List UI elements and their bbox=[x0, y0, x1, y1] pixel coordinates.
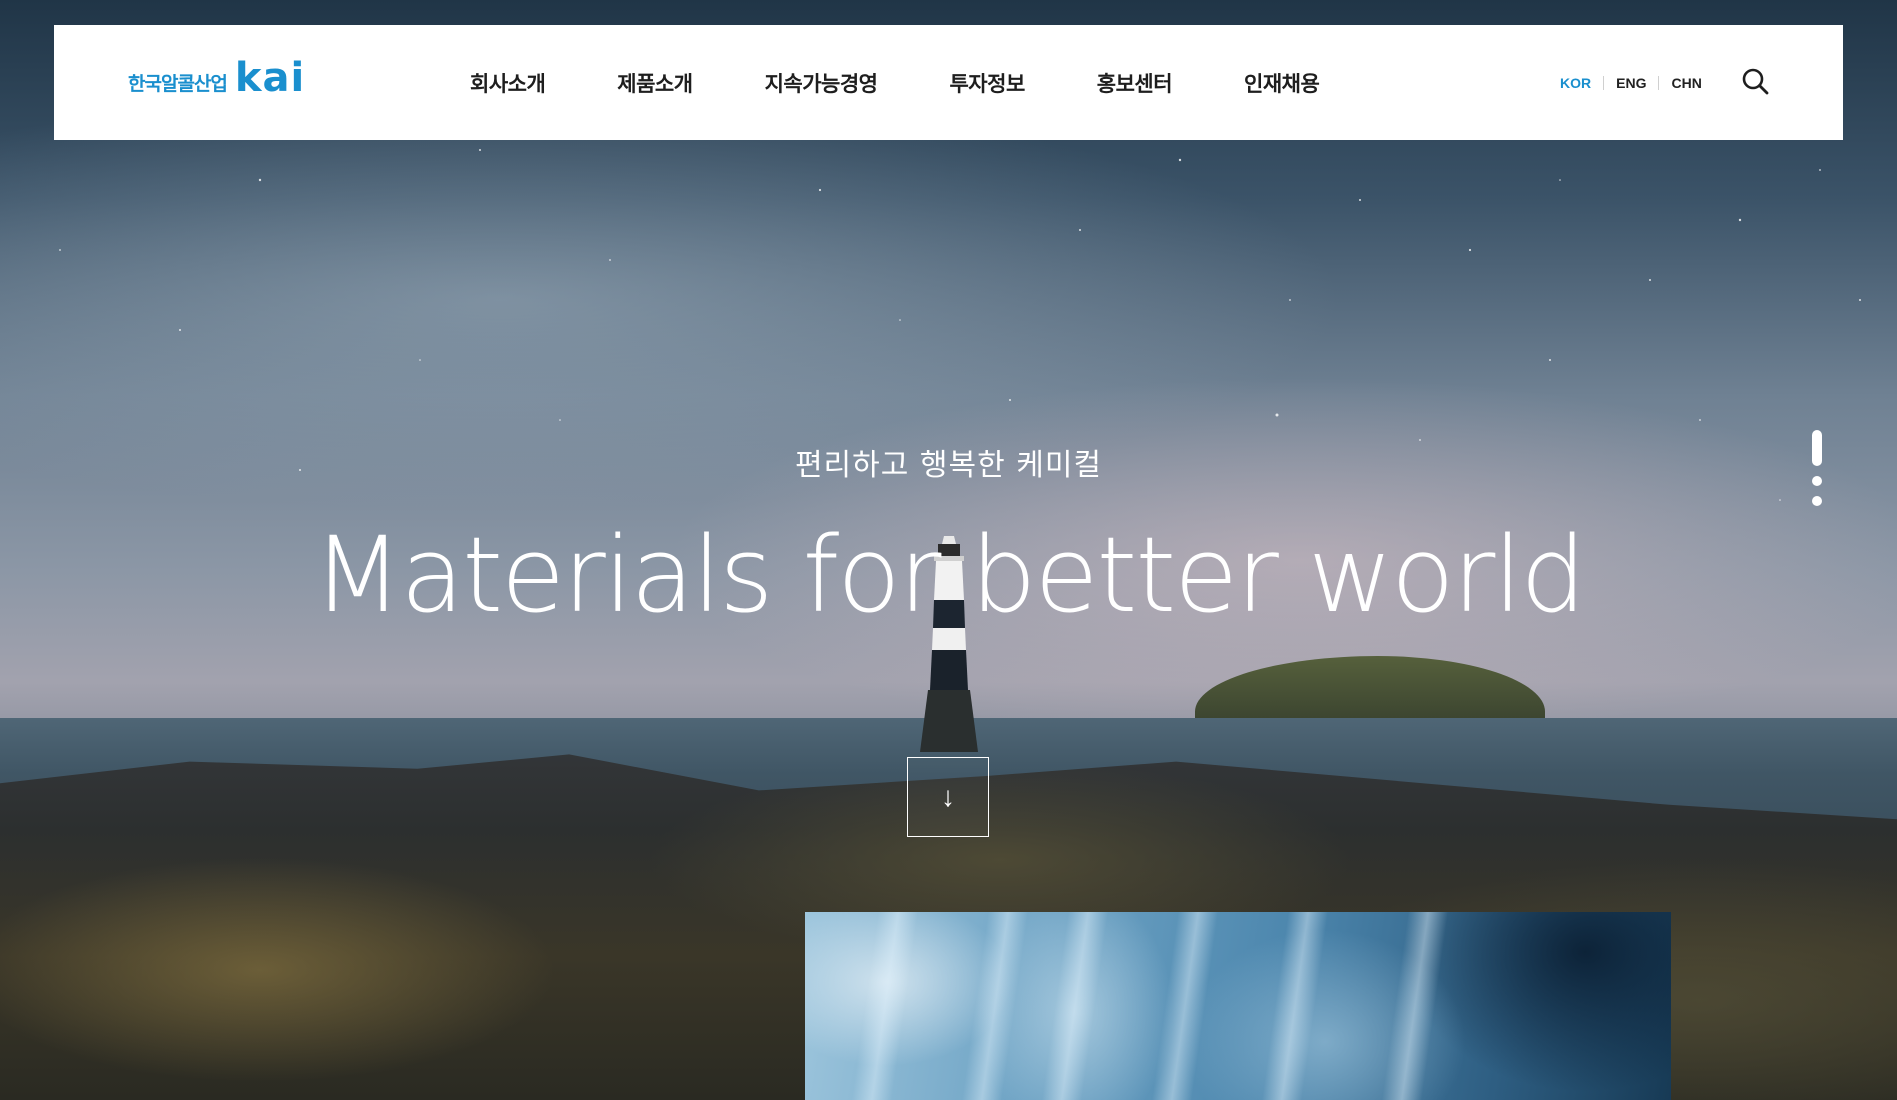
search-button[interactable] bbox=[1740, 66, 1772, 98]
logo-wordmark: kai bbox=[234, 55, 306, 101]
language-selector: KOR ENG CHN bbox=[1560, 25, 1702, 140]
scroll-down-button[interactable]: ↓ bbox=[907, 757, 989, 837]
nav-link-sustainability[interactable]: 지속가능경영 bbox=[765, 72, 878, 96]
nav-link-investor[interactable]: 투자정보 bbox=[949, 72, 1025, 96]
search-icon bbox=[1742, 68, 1769, 95]
slide-indicator-dot[interactable] bbox=[1812, 476, 1822, 486]
slide-indicator bbox=[1810, 430, 1824, 506]
slide-indicator-dot[interactable] bbox=[1812, 496, 1822, 506]
water-preview-image bbox=[805, 912, 1671, 1100]
nav-link-products[interactable]: 제품소개 bbox=[617, 72, 693, 96]
nav-item-pr: 홍보센터 bbox=[1097, 68, 1173, 98]
lang-divider bbox=[1658, 75, 1660, 90]
nav-link-careers[interactable]: 인재채용 bbox=[1244, 72, 1320, 96]
nav-item-company: 회사소개 bbox=[470, 68, 546, 98]
lang-chn[interactable]: CHN bbox=[1671, 75, 1701, 91]
hero-title: Materials for better world bbox=[312, 514, 1587, 636]
main-nav: 회사소개 제품소개 지속가능경영 투자정보 홍보센터 인재채용 bbox=[470, 25, 1391, 140]
lang-divider bbox=[1603, 75, 1605, 90]
lang-kor[interactable]: KOR bbox=[1560, 75, 1591, 91]
nav-link-company[interactable]: 회사소개 bbox=[470, 72, 546, 96]
nav-item-careers: 인재채용 bbox=[1244, 68, 1320, 98]
slide-indicator-active[interactable] bbox=[1812, 430, 1822, 466]
hero-subtitle: 편리하고 행복한 케미컬 bbox=[794, 448, 1103, 483]
nav-item-products: 제품소개 bbox=[617, 68, 693, 98]
page: 한국알콜산업 kai 회사소개 제품소개 지속가능경영 투자정보 홍보센터 인재… bbox=[0, 0, 1897, 1100]
lang-eng[interactable]: ENG bbox=[1616, 75, 1646, 91]
nav-link-pr[interactable]: 홍보센터 bbox=[1097, 72, 1173, 96]
nav-item-sustainability: 지속가능경영 bbox=[765, 68, 878, 98]
logo-korean-text: 한국알콜산업 bbox=[128, 73, 228, 95]
arrow-down-icon: ↓ bbox=[941, 781, 955, 812]
nav-item-investor: 투자정보 bbox=[949, 68, 1025, 98]
site-header: 한국알콜산업 kai 회사소개 제품소개 지속가능경영 투자정보 홍보센터 인재… bbox=[54, 25, 1843, 140]
site-logo[interactable]: 한국알콜산업 kai bbox=[128, 55, 306, 101]
